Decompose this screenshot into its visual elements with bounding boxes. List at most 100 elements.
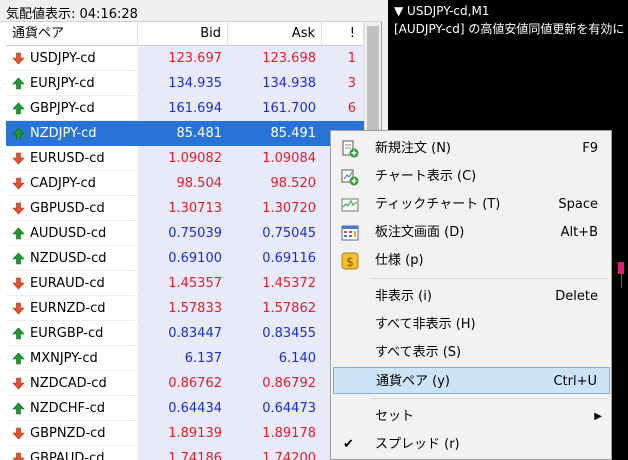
menu-item[interactable]: セット ▶: [333, 403, 610, 430]
menu-item-label: 新規注文 (N): [375, 141, 452, 156]
table-row[interactable]: EURAUD-cd 1.45357 1.45372: [6, 271, 364, 296]
down-arrow-icon: [12, 177, 25, 190]
ask-cell: 123.698: [228, 46, 322, 71]
symbol-cell: EURNZD-cd: [6, 296, 138, 321]
bid-cell: 161.694: [138, 96, 228, 121]
symbol-label: EURGBP-cd: [30, 326, 104, 341]
up-arrow-icon: [12, 402, 25, 415]
market-watch-panel: 気配値表示: 04:16:28 通貨ペア Bid Ask ! USDJPY-cd…: [0, 0, 382, 460]
symbol-cell: EURJPY-cd: [6, 71, 138, 96]
table-row[interactable]: NZDCAD-cd 0.86762 0.86792: [6, 371, 364, 396]
symbol-cell: NZDCHF-cd: [6, 396, 138, 421]
symbol-label: EURUSD-cd: [30, 151, 105, 166]
symbol-cell: GBPAUD-cd: [6, 446, 138, 460]
bid-cell: 1.74186: [138, 446, 228, 460]
down-arrow-icon: [12, 52, 25, 65]
menu-item[interactable]: ティックチャート (T) Space: [333, 191, 610, 218]
table-row[interactable]: NZDUSD-cd 0.69100 0.69116: [6, 246, 364, 271]
bid-cell: 0.64434: [138, 396, 228, 421]
symbol-cell: AUDUSD-cd: [6, 221, 138, 246]
bid-cell: 0.69100: [138, 246, 228, 271]
symbol-label: CADJPY-cd: [30, 176, 96, 191]
menu-separator: [371, 398, 607, 399]
down-arrow-icon: [12, 152, 25, 165]
table-row[interactable]: GBPJPY-cd 161.694 161.700 6: [6, 96, 364, 121]
checkmark-icon: ✔: [343, 437, 354, 452]
market-watch-header: 通貨ペア Bid Ask !: [6, 22, 364, 46]
symbol-label: USDJPY-cd: [30, 51, 96, 66]
table-row[interactable]: USDJPY-cd 123.697 123.698 1: [6, 46, 364, 71]
bid-cell: 134.935: [138, 71, 228, 96]
ask-cell: 0.69116: [228, 246, 322, 271]
bid-cell: 0.86762: [138, 371, 228, 396]
menu-item[interactable]: 非表示 (i) Delete: [333, 283, 610, 310]
bid-cell: 0.83447: [138, 321, 228, 346]
chart-window-icon: [341, 168, 359, 186]
menu-item[interactable]: すべて表示 (S): [333, 339, 610, 366]
up-arrow-icon: [12, 102, 25, 115]
spread-cell: 3: [322, 71, 364, 96]
table-row[interactable]: GBPNZD-cd 1.89139 1.89178: [6, 421, 364, 446]
column-header-spread[interactable]: !: [322, 22, 364, 46]
menu-item-label: 非表示 (i): [375, 289, 432, 304]
symbol-cell: NZDCAD-cd: [6, 371, 138, 396]
ask-cell: 1.89178: [228, 421, 322, 446]
menu-item[interactable]: ✔ スプレッド (r): [333, 431, 610, 458]
symbol-cell: NZDJPY-cd: [6, 121, 138, 146]
table-row[interactable]: GBPAUD-cd 1.74186 1.74200: [6, 446, 364, 460]
spread-cell: 1: [322, 46, 364, 71]
symbol-label: NZDCAD-cd: [30, 376, 107, 391]
down-arrow-icon: [12, 202, 25, 215]
table-row[interactable]: EURNZD-cd 1.57833 1.57862: [6, 296, 364, 321]
menu-item-shortcut: F9: [582, 141, 598, 156]
depth-of-market-icon: [341, 224, 359, 242]
spread-cell: 6: [322, 96, 364, 121]
menu-item[interactable]: チャート表示 (C): [333, 163, 610, 190]
table-row[interactable]: AUDUSD-cd 0.75039 0.75045: [6, 221, 364, 246]
symbol-label: MXNJPY-cd: [30, 351, 98, 366]
column-header-bid[interactable]: Bid: [138, 22, 228, 46]
up-arrow-icon: [12, 352, 25, 365]
table-row[interactable]: NZDJPY-cd 85.481 85.491: [6, 121, 364, 146]
context-menu: 新規注文 (N) F9 チャート表示 (C) ティックチャート (T) Space 板注文…: [330, 130, 612, 460]
symbol-label: EURJPY-cd: [30, 76, 95, 91]
bid-cell: 85.481: [138, 121, 228, 146]
symbol-cell: GBPNZD-cd: [6, 421, 138, 446]
symbol-cell: NZDUSD-cd: [6, 246, 138, 271]
table-row[interactable]: CADJPY-cd 98.504 98.520: [6, 171, 364, 196]
ask-cell: 161.700: [228, 96, 322, 121]
table-row[interactable]: MXNJPY-cd 6.137 6.140: [6, 346, 364, 371]
menu-item-shortcut: Delete: [555, 289, 598, 304]
table-row[interactable]: EURJPY-cd 134.935 134.938 3: [6, 71, 364, 96]
ask-cell: 1.45372: [228, 271, 322, 296]
bid-cell: 0.75039: [138, 221, 228, 246]
menu-item-label: すべて非表示 (H): [375, 317, 476, 332]
menu-item[interactable]: $ 仕様 (p): [333, 247, 610, 274]
tick-chart-icon: [341, 196, 359, 214]
symbol-label: AUDUSD-cd: [30, 226, 107, 241]
bid-cell: 1.09082: [138, 146, 228, 171]
table-row[interactable]: EURUSD-cd 1.09082 1.09084: [6, 146, 364, 171]
menu-item-label: 仕様 (p): [375, 253, 424, 268]
menu-item[interactable]: 通貨ペア (y) Ctrl+U: [333, 367, 610, 394]
table-row[interactable]: EURGBP-cd 0.83447 0.83455: [6, 321, 364, 346]
ask-cell: 1.30720: [228, 196, 322, 221]
column-header-ask[interactable]: Ask: [228, 22, 322, 46]
table-row[interactable]: NZDCHF-cd 0.64434 0.64473: [6, 396, 364, 421]
menu-item-shortcut: Ctrl+U: [553, 374, 597, 389]
menu-item[interactable]: 新規注文 (N) F9: [333, 135, 610, 162]
menu-separator: [371, 278, 607, 279]
submenu-arrow-icon: ▶: [594, 411, 602, 422]
column-header-symbol[interactable]: 通貨ペア: [6, 22, 138, 46]
menu-item-label: 板注文画面 (D): [375, 225, 465, 240]
menu-item-label: スプレッド (r): [375, 437, 460, 452]
menu-item[interactable]: すべて非表示 (H): [333, 311, 610, 338]
ask-cell: 0.75045: [228, 221, 322, 246]
market-watch-rows: USDJPY-cd 123.697 123.698 1 EURJPY-cd 13…: [6, 46, 364, 460]
ask-cell: 0.83455: [228, 321, 322, 346]
chart-title: ▼ USDJPY-cd,M1: [394, 4, 490, 18]
table-row[interactable]: GBPUSD-cd 1.30713 1.30720: [6, 196, 364, 221]
svg-text:$: $: [346, 255, 354, 269]
menu-item-shortcut: Space: [558, 197, 598, 212]
menu-item[interactable]: 板注文画面 (D) Alt+B: [333, 219, 610, 246]
